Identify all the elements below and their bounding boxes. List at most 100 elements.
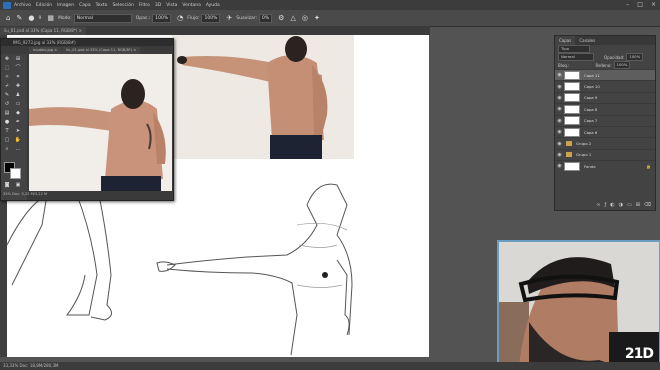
layer-row[interactable]: ◉ Capa 7 bbox=[555, 114, 655, 126]
mode-select[interactable]: Normal bbox=[73, 13, 132, 23]
eye-icon[interactable]: ◉ bbox=[555, 106, 564, 112]
layer-row[interactable]: ◉ Capa 11 bbox=[555, 69, 655, 81]
adjustment-icon[interactable]: ◑ bbox=[619, 202, 623, 208]
eye-icon[interactable]: ◉ bbox=[555, 163, 564, 169]
tab-main-document[interactable]: ilu_01.psd al 33% (Capa 11, RGB/8*) × bbox=[0, 27, 86, 35]
eye-icon[interactable]: ◉ bbox=[555, 152, 564, 158]
lasso-tool-icon[interactable]: ⌒ bbox=[14, 65, 22, 72]
tab-channels[interactable]: Canales bbox=[575, 38, 599, 43]
menu-edicion[interactable]: Edición bbox=[36, 3, 52, 8]
shape-tool-icon[interactable]: ▢ bbox=[3, 137, 11, 144]
eye-icon[interactable]: ◉ bbox=[555, 118, 564, 124]
layer-thumbnail bbox=[564, 70, 580, 80]
brush-preset-icon[interactable]: ● bbox=[28, 14, 34, 22]
history-brush-icon[interactable]: ↺ bbox=[3, 101, 11, 108]
reference-canvas[interactable] bbox=[29, 54, 172, 191]
gradient-icon[interactable]: ▤ bbox=[3, 110, 11, 117]
fill-field[interactable]: 100% bbox=[613, 61, 631, 69]
menu-texto[interactable]: Texto bbox=[96, 3, 108, 8]
layer-thumbnail bbox=[564, 127, 580, 137]
eye-icon[interactable]: ◉ bbox=[555, 141, 564, 147]
mask-icon[interactable]: ◐ bbox=[610, 202, 614, 208]
brush-tool-icon[interactable]: ✎ bbox=[3, 92, 11, 99]
healing-icon[interactable]: ✚ bbox=[14, 83, 22, 90]
home-icon[interactable]: ⌂ bbox=[6, 14, 10, 22]
tab-layers[interactable]: Capas bbox=[555, 36, 576, 45]
pressure-size-icon[interactable]: ◎ bbox=[302, 14, 308, 22]
blend-mode-select[interactable]: Normal bbox=[558, 53, 594, 61]
crop-tool-icon[interactable]: ⌗ bbox=[14, 74, 22, 81]
reference-window-title[interactable]: IMG_9273.jpg al 33% (RGB/8#) bbox=[1, 39, 173, 46]
new-layer-icon[interactable]: ⊞ bbox=[636, 202, 640, 208]
eye-icon[interactable]: ◉ bbox=[555, 95, 564, 101]
layer-row[interactable]: ◉ Capa 10 bbox=[555, 80, 655, 92]
dodge-icon[interactable]: ● bbox=[3, 119, 11, 126]
flow-field[interactable]: 100% bbox=[201, 13, 221, 23]
eye-icon[interactable]: ◉ bbox=[555, 84, 564, 90]
airbrush-icon[interactable]: ✈ bbox=[226, 14, 232, 22]
menu-3d[interactable]: 3D bbox=[155, 3, 161, 8]
pen-tool-icon[interactable]: ✒ bbox=[14, 119, 22, 126]
hand-tool-icon[interactable]: ✋ bbox=[14, 137, 22, 144]
move-tool-icon[interactable]: ✥ bbox=[3, 56, 11, 63]
layer-opacity-field[interactable]: 100% bbox=[626, 53, 644, 61]
stamp-tool-icon[interactable]: ♟ bbox=[14, 92, 22, 99]
quick-mask-icon[interactable]: ◙ bbox=[3, 182, 11, 189]
fx-icon[interactable]: ƒ bbox=[604, 202, 606, 208]
trash-icon[interactable]: ⌫ bbox=[644, 202, 651, 208]
reference-tools: ✥ ⊞ ⬚ ⌒ ✧ ⌗ ⌿ ✚ ✎ ♟ ↺ ▭ ▤ ◆ ● ✒ T ➤ ▢ ✋ … bbox=[1, 54, 27, 200]
options-bar: ⌂ ✎ ● 9 ▦ Modo: Normal Opac.: 100% ◔ Flu… bbox=[0, 10, 660, 27]
menu-seleccion[interactable]: Selección bbox=[112, 3, 133, 8]
layer-name: Grupo 2 bbox=[576, 141, 592, 147]
menu-filtro[interactable]: Filtro bbox=[139, 3, 150, 8]
reference-tabs: modelo.jpg × ilu_01.psd al 33% (Capa 11,… bbox=[1, 46, 173, 54]
menu-imagen[interactable]: Imagen bbox=[57, 3, 74, 8]
brush-settings-icon[interactable]: ▦ bbox=[47, 14, 54, 22]
layer-row[interactable]: ◉ Grupo 2 bbox=[555, 137, 655, 148]
eye-icon[interactable]: ◉ bbox=[555, 129, 564, 135]
quick-select-icon[interactable]: ✧ bbox=[3, 74, 11, 81]
reference-window[interactable]: IMG_9273.jpg al 33% (RGB/8#) modelo.jpg … bbox=[0, 38, 174, 201]
artboard-tool-icon[interactable]: ⊞ bbox=[14, 56, 22, 63]
layer-kind-filter[interactable]: Tipo bbox=[558, 45, 590, 53]
close-icon[interactable]: × bbox=[651, 1, 656, 8]
tab-reference-document[interactable]: ilu_01.psd al 33% (Capa 11, RGB/8*) × bbox=[62, 47, 141, 54]
menu-capa[interactable]: Capa bbox=[79, 3, 91, 8]
layer-thumbnail bbox=[564, 104, 580, 114]
marquee-tool-icon[interactable]: ⬚ bbox=[3, 65, 11, 72]
opacity-field[interactable]: 100% bbox=[152, 13, 172, 23]
eyedropper-icon[interactable]: ⌿ bbox=[3, 83, 11, 90]
pressure-opacity-icon[interactable]: ◔ bbox=[177, 14, 183, 22]
layer-name: Grupo 1 bbox=[576, 152, 592, 158]
screen-mode-icon[interactable]: ▣ bbox=[14, 182, 22, 189]
eraser-icon[interactable]: ▭ bbox=[14, 101, 22, 108]
brush-icon[interactable]: ✎ bbox=[16, 14, 22, 22]
menu-archivo[interactable]: Archivo bbox=[14, 3, 31, 8]
symmetry-icon[interactable]: ✦ bbox=[314, 14, 320, 22]
menu-ayuda[interactable]: Ayuda bbox=[206, 3, 220, 8]
layer-thumbnail bbox=[564, 161, 580, 171]
menu-vista[interactable]: Vista bbox=[166, 3, 177, 8]
type-tool-icon[interactable]: T bbox=[3, 128, 11, 135]
link-layers-icon[interactable]: ∞ bbox=[596, 202, 600, 208]
eye-icon[interactable]: ◉ bbox=[555, 72, 564, 78]
zoom-tool-icon[interactable]: ⌕ bbox=[3, 146, 11, 153]
layer-row[interactable]: ◉ Capa 9 bbox=[555, 91, 655, 103]
path-select-icon[interactable]: ➤ bbox=[14, 128, 22, 135]
blur-icon[interactable]: ◆ bbox=[14, 110, 22, 117]
layer-row[interactable]: ◉ Capa 6 bbox=[555, 125, 655, 137]
layer-row[interactable]: ◉ Grupo 1 bbox=[555, 148, 655, 160]
layer-row[interactable]: ◉ Capa 8 bbox=[555, 103, 655, 114]
layers-footer: ∞ ƒ ◐ ◑ ▭ ⊞ ⌫ bbox=[596, 202, 651, 208]
angle-icon[interactable]: △ bbox=[290, 14, 295, 22]
smoothing-options-icon[interactable]: ⚙ bbox=[278, 14, 284, 22]
layer-row[interactable]: ◉ Fondo 🔒 bbox=[555, 160, 655, 171]
tab-reference-photo[interactable]: modelo.jpg × bbox=[29, 47, 62, 54]
maximize-icon[interactable]: □ bbox=[637, 1, 643, 8]
menu-ventana[interactable]: Ventana bbox=[182, 3, 200, 8]
background-color-swatch[interactable] bbox=[10, 168, 21, 179]
smoothing-field[interactable]: 0% bbox=[259, 13, 273, 23]
new-group-icon[interactable]: ▭ bbox=[627, 202, 632, 208]
minimize-icon[interactable]: – bbox=[626, 1, 629, 8]
more-tools-icon[interactable]: … bbox=[14, 146, 22, 153]
